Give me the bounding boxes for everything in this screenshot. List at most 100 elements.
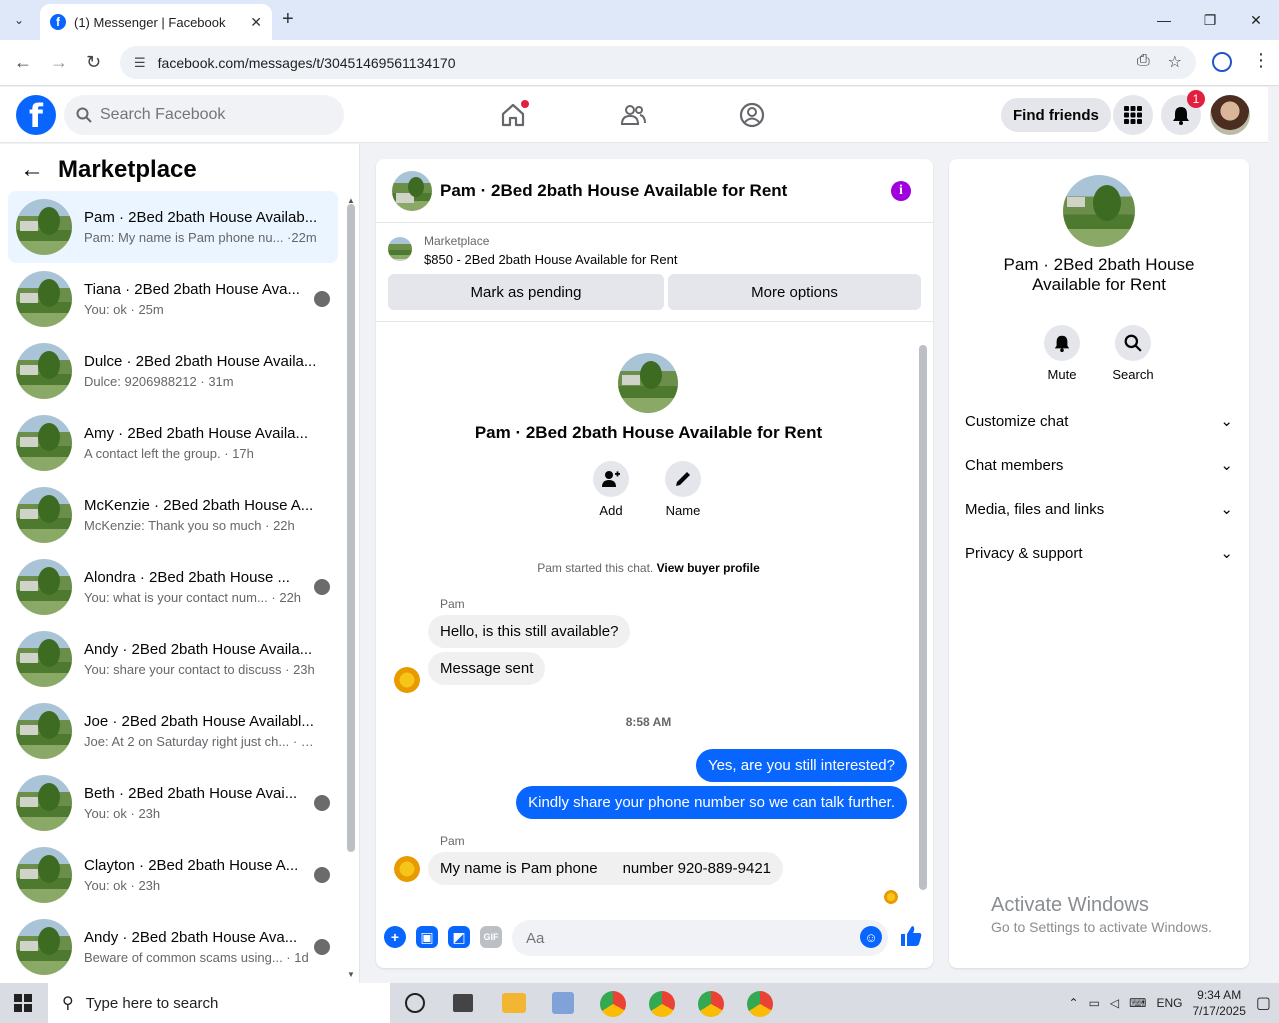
incoming-message[interactable]: Hello, is this still available? <box>428 615 631 648</box>
bell-icon <box>1054 335 1070 352</box>
sticker-icon[interactable]: ◩ <box>448 926 470 948</box>
browser-profile-icon[interactable] <box>1212 52 1232 72</box>
listing-title[interactable]: $850 - 2Bed 2bath House Available for Re… <box>424 252 677 267</box>
conversation-item[interactable]: Dulce · 2Bed 2bath House Availa... Dulce:… <box>8 335 338 407</box>
conversation-item[interactable]: Alondra · 2Bed 2bath House ... You: what … <box>8 551 338 623</box>
facebook-search[interactable] <box>64 95 344 135</box>
conversation-item[interactable]: Clayton · 2Bed 2bath House A... You: ok ·… <box>8 839 338 911</box>
search-icon <box>1124 334 1142 352</box>
back-arrow-icon[interactable]: ← <box>20 156 44 184</box>
chrome-icon[interactable] <box>600 991 626 1017</box>
mute-action[interactable]: Mute <box>1032 325 1092 382</box>
url-omnibox[interactable]: ☰ facebook.com/messages/t/30451469561134… <box>120 46 1196 79</box>
conversation-item[interactable]: Beth · 2Bed 2bath House Avai... You: ok ·… <box>8 767 338 839</box>
chat-title[interactable]: Pam · 2Bed 2bath House Available for Ren… <box>440 181 787 201</box>
chrome-icon[interactable] <box>649 991 675 1017</box>
minimize-icon[interactable]: — <box>1141 0 1187 40</box>
facebook-logo-icon[interactable]: f <box>16 95 56 135</box>
menu-grid-button[interactable] <box>1113 95 1153 135</box>
url-text: facebook.com/messages/t/3045146956113417… <box>157 54 456 71</box>
facebook-search-input[interactable] <box>100 106 320 124</box>
conversation-item[interactable]: Amy · 2Bed 2bath House Availa... A contac… <box>8 407 338 479</box>
reload-icon[interactable]: ↻ <box>86 52 101 73</box>
info-icon[interactable]: i <box>891 181 911 201</box>
item-label: Chat members <box>965 456 1064 474</box>
item-label: Media, files and links <box>965 500 1105 518</box>
find-friends-button[interactable]: Find friends <box>1001 98 1111 132</box>
incoming-message[interactable]: Message sent <box>428 652 546 685</box>
outgoing-message[interactable]: Yes, are you still interested? <box>695 749 907 782</box>
windows-start-icon[interactable] <box>14 994 32 1012</box>
chat-avatar[interactable] <box>392 170 432 211</box>
outgoing-message[interactable]: Kindly share your phone number so we can… <box>516 786 907 819</box>
groups-icon[interactable] <box>738 101 766 129</box>
thumbs-up-icon[interactable] <box>899 924 923 948</box>
marketplace-listing-bar: Marketplace $850 - 2Bed 2bath House Avai… <box>376 224 933 322</box>
task-view-icon[interactable] <box>453 994 473 1012</box>
forward-icon[interactable]: → <box>50 52 68 73</box>
message-input[interactable] <box>512 920 888 956</box>
taskbar-search[interactable]: ⚲ Type here to search <box>48 983 390 1023</box>
windows-taskbar: ⚲ Type here to search ⌃ ▭ ◁ ⌨ ENG 9:34 AM… <box>0 983 1279 1023</box>
conversation-item[interactable]: McKenzie · 2Bed 2bath House A... McKenzie… <box>8 479 338 551</box>
privacy-support-item[interactable]: Privacy & support ⌄ <box>965 533 1233 573</box>
tab-search-dropdown[interactable]: ⌄ <box>6 7 32 33</box>
chat-scrollbar[interactable] <box>919 345 927 890</box>
install-app-icon[interactable]: ⎙ <box>1137 52 1150 72</box>
seen-avatar <box>314 939 330 955</box>
notification-badge: 1 <box>1187 90 1205 108</box>
cortana-icon[interactable] <box>405 993 425 1013</box>
more-options-button[interactable]: More options <box>668 274 921 310</box>
seen-avatar <box>314 291 330 307</box>
details-title: Pam · 2Bed 2bath House Available for Ren… <box>1003 255 1195 294</box>
account-avatar[interactable] <box>1210 95 1250 135</box>
photo-icon[interactable]: ▣ <box>416 926 438 948</box>
name-action[interactable]: Name <box>653 461 713 518</box>
keyboard-icon[interactable]: ⌨ <box>1129 996 1146 1010</box>
home-notification-dot <box>521 100 529 108</box>
app-icon[interactable] <box>552 992 574 1014</box>
bookmark-star-icon[interactable]: ☆ <box>1168 52 1182 72</box>
browser-menu-icon[interactable]: ⋮ <box>1252 50 1270 71</box>
conversation-item[interactable]: Joe · 2Bed 2bath House Availabl... Joe: A… <box>8 695 338 767</box>
customize-chat-item[interactable]: Customize chat ⌄ <box>965 401 1233 441</box>
page-scrollbar[interactable] <box>1268 87 1279 984</box>
chrome-icon[interactable] <box>747 991 773 1017</box>
scroll-down-arrow[interactable]: ▼ <box>347 970 355 979</box>
add-action[interactable]: Add <box>581 461 641 518</box>
gif-icon[interactable]: GIF <box>480 926 502 948</box>
friends-icon[interactable] <box>619 101 647 129</box>
emoji-icon[interactable]: ☺ <box>860 926 882 948</box>
conversation-item[interactable]: Andy · 2Bed 2bath House Ava... Beware of … <box>8 911 338 983</box>
back-icon[interactable]: ← <box>14 52 32 73</box>
file-explorer-icon[interactable] <box>502 993 526 1013</box>
sidebar-scrollbar[interactable] <box>347 204 355 852</box>
conversation-item[interactable]: Pam · 2Bed 2bath House Availab... Pam: My… <box>8 191 338 263</box>
media-files-links-item[interactable]: Media, files and links ⌄ <box>965 489 1233 529</box>
notification-center-icon[interactable]: ▢ <box>1256 993 1271 1013</box>
sidebar-header: ← Marketplace <box>20 156 197 184</box>
search-action[interactable]: Search <box>1103 325 1163 382</box>
network-icon[interactable]: ▭ <box>1089 996 1100 1010</box>
sender-avatar[interactable] <box>394 856 420 882</box>
browser-tab[interactable]: f (1) Messenger | Facebook ✕ <box>40 4 272 40</box>
view-buyer-profile-link[interactable]: View buyer profile <box>657 561 760 575</box>
close-tab-icon[interactable]: ✕ <box>250 14 262 31</box>
mute-label: Mute <box>1047 367 1077 382</box>
clock[interactable]: 9:34 AM 7/17/2025 <box>1192 987 1245 1019</box>
show-hidden-icons[interactable]: ⌃ <box>1069 996 1079 1010</box>
conversation-item[interactable]: Tiana · 2Bed 2bath House Ava... You: ok ·… <box>8 263 338 335</box>
mark-as-pending-button[interactable]: Mark as pending <box>388 274 664 310</box>
site-info-icon[interactable]: ☰ <box>134 55 146 71</box>
volume-icon[interactable]: ◁ <box>1110 996 1119 1010</box>
conversation-item[interactable]: Andy · 2Bed 2bath House Availa... You: sh… <box>8 623 338 695</box>
close-window-icon[interactable]: ✕ <box>1233 0 1279 40</box>
new-tab-icon[interactable]: + <box>282 8 294 31</box>
incoming-message[interactable]: My name is Pam phone number 920-889-9421 <box>428 852 784 885</box>
chrome-icon[interactable] <box>698 991 724 1017</box>
language-indicator[interactable]: ENG <box>1156 996 1182 1010</box>
restore-icon[interactable]: ❐ <box>1187 0 1233 40</box>
chat-members-item[interactable]: Chat members ⌄ <box>965 445 1233 485</box>
plus-icon[interactable]: + <box>384 926 406 948</box>
sender-avatar[interactable] <box>394 667 420 693</box>
